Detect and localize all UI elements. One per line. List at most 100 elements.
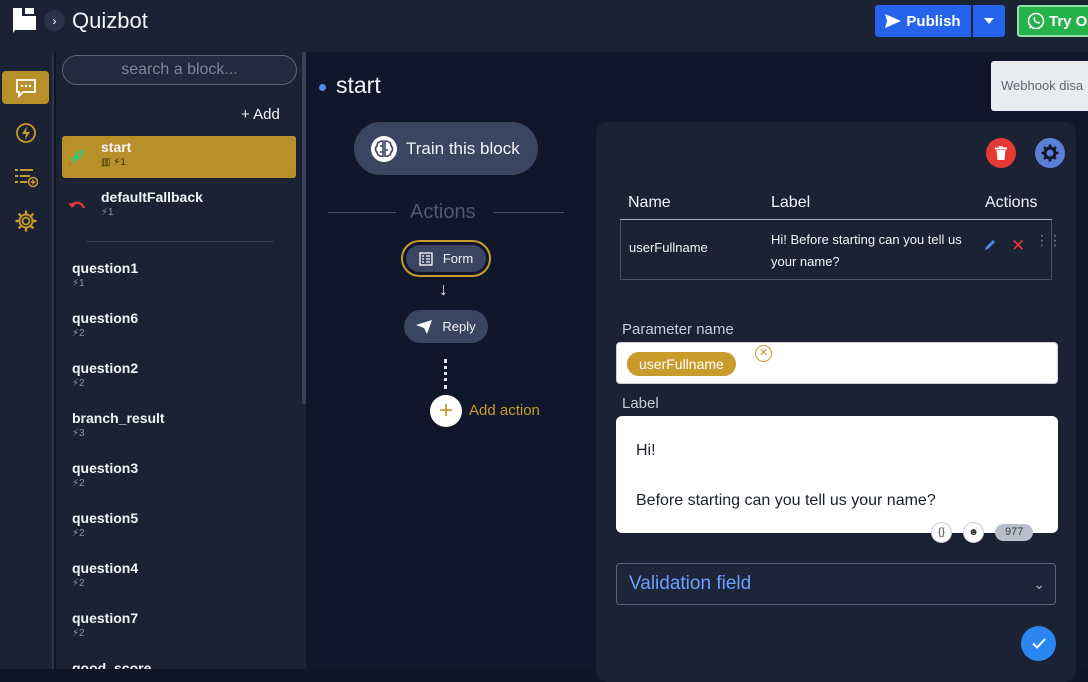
block-search-input[interactable]: search a block... (62, 55, 297, 85)
gear-icon (1041, 144, 1059, 162)
label-text-line1: Hi! (636, 442, 656, 459)
settings-button[interactable] (1035, 138, 1065, 168)
block-item-question5[interactable]: question5 ⚡2 (62, 507, 296, 549)
page-title: start (336, 72, 381, 98)
block-meta: ⚡2 (72, 628, 85, 639)
label-textarea[interactable]: Hi! Before starting can you tell us your… (616, 416, 1058, 533)
block-item-question6[interactable]: question6 ⚡2 (62, 307, 296, 349)
trash-icon (995, 146, 1007, 160)
validation-field-select[interactable]: Validation field ⌄ (616, 563, 1056, 605)
form-label: Form (442, 251, 474, 266)
undo-icon (66, 196, 88, 218)
status-dot (319, 84, 326, 91)
send-icon (885, 14, 902, 28)
block-item-good-score[interactable]: good_score (62, 657, 296, 669)
publish-button[interactable]: Publish (875, 5, 971, 37)
block-item-question3[interactable]: question3 ⚡2 (62, 457, 296, 499)
block-name: question7 (72, 610, 139, 626)
drag-handle-icon[interactable]: ⋮⋮ (1035, 233, 1062, 247)
block-meta: ⚡1 (72, 278, 85, 289)
pencil-icon[interactable] (983, 238, 997, 255)
icon-rail (0, 52, 54, 669)
chevron-down-icon: ⌄ (1033, 576, 1045, 592)
main-area: start Webhook disa Train this block Acti… (306, 52, 1088, 682)
column-header-label: Label (771, 194, 811, 211)
close-icon[interactable]: ✕ (1011, 236, 1025, 256)
rail-item-lists[interactable] (2, 160, 49, 193)
actions-divider-left (328, 212, 396, 213)
webhook-toast: Webhook disa (991, 61, 1088, 111)
block-item-branch-result[interactable]: branch_result ⚡3 (62, 407, 296, 449)
publish-label: Publish (906, 12, 961, 30)
try-whatsapp-button[interactable]: Try O (1017, 5, 1088, 37)
check-icon (1031, 638, 1046, 649)
rail-item-triggers[interactable] (2, 116, 49, 149)
block-item-question4[interactable]: question4 ⚡2 (62, 557, 296, 599)
block-item-question7[interactable]: question7 ⚡2 (62, 607, 296, 649)
form-icon (419, 251, 433, 266)
rail-item-chat[interactable] (2, 71, 49, 104)
block-meta: ▥ ⚡1 (101, 157, 126, 168)
block-item-question1[interactable]: question1 ⚡1 (62, 257, 296, 299)
chat-icon (15, 78, 36, 98)
block-meta: ⚡2 (72, 578, 85, 589)
column-header-actions: Actions (985, 194, 1038, 211)
train-label: Train this block (406, 138, 520, 158)
chevron-right-icon: › (52, 13, 57, 28)
emoji-icon[interactable]: ☻ (963, 522, 984, 543)
fields-table-header: Name Label Actions (620, 190, 1052, 220)
block-name: question3 (72, 460, 139, 476)
label-toolbar: {} ☻ 977 (931, 522, 1034, 543)
block-item-start[interactable]: start ▥ ⚡1 (62, 136, 296, 178)
block-name: branch_result (72, 410, 165, 426)
expand-sidebar-button[interactable]: › (44, 10, 65, 31)
app-title: Quizbot (72, 8, 148, 33)
row-label: Hi! Before starting can you tell us your… (771, 232, 962, 269)
send-icon (416, 319, 433, 334)
parameter-name-label: Parameter name (622, 321, 734, 338)
arrow-down-icon: ↓ (439, 279, 448, 299)
block-name: question1 (72, 260, 139, 276)
rocket-icon (66, 146, 88, 168)
table-row[interactable]: userFullname Hi! Before starting can you… (620, 220, 1062, 280)
label-text-blank (636, 463, 1038, 488)
block-name: question2 (72, 360, 139, 376)
block-item-defaultfallback[interactable]: defaultFallback ⚡1 (62, 186, 296, 228)
flow-node-reply[interactable]: Reply (404, 310, 488, 343)
add-block-button[interactable]: + Add (241, 106, 280, 123)
label-text-line2: Before starting can you tell us your nam… (636, 492, 936, 509)
blocks-divider (86, 241, 274, 242)
block-name: question4 (72, 560, 139, 576)
plus-icon: + (438, 397, 453, 424)
block-name: question6 (72, 310, 139, 326)
validation-placeholder: Validation field (629, 573, 752, 594)
parameter-name-input[interactable]: userFullname ✕ (616, 342, 1058, 384)
flow-node-form[interactable]: Form (401, 240, 491, 277)
train-block-button[interactable]: Train this block (354, 122, 538, 175)
lightning-icon (15, 122, 36, 143)
remove-chip-icon[interactable]: ✕ (755, 345, 772, 362)
publish-dropdown-button[interactable] (973, 5, 1005, 37)
block-meta: ⚡2 (72, 328, 85, 339)
delete-button[interactable] (986, 138, 1016, 168)
list-add-icon (14, 168, 38, 187)
label-field-label: Label (622, 395, 659, 412)
block-name: good_score (72, 660, 152, 669)
add-action-label[interactable]: Add action (469, 402, 540, 419)
rail-item-settings[interactable] (2, 204, 49, 237)
flow-connector (444, 359, 448, 389)
blocks-panel: search a block... + Add start ▥ ⚡1 defau… (56, 52, 306, 669)
block-meta: ⚡2 (72, 378, 85, 389)
flow-node-form-inner: Form (406, 245, 486, 272)
gear-icon (14, 209, 37, 232)
add-action-button[interactable]: + (430, 395, 462, 427)
confirm-button[interactable] (1021, 626, 1056, 661)
block-item-question2[interactable]: question2 ⚡2 (62, 357, 296, 399)
block-name: question5 (72, 510, 139, 526)
quizbot-logo-icon[interactable] (10, 6, 40, 34)
row-name: userFullname (629, 240, 708, 255)
variables-icon[interactable]: {} (931, 522, 952, 543)
form-editor-panel: Name Label Actions userFullname Hi! Befo… (596, 122, 1076, 682)
whatsapp-icon (1027, 12, 1045, 30)
reply-label: Reply (442, 319, 476, 334)
